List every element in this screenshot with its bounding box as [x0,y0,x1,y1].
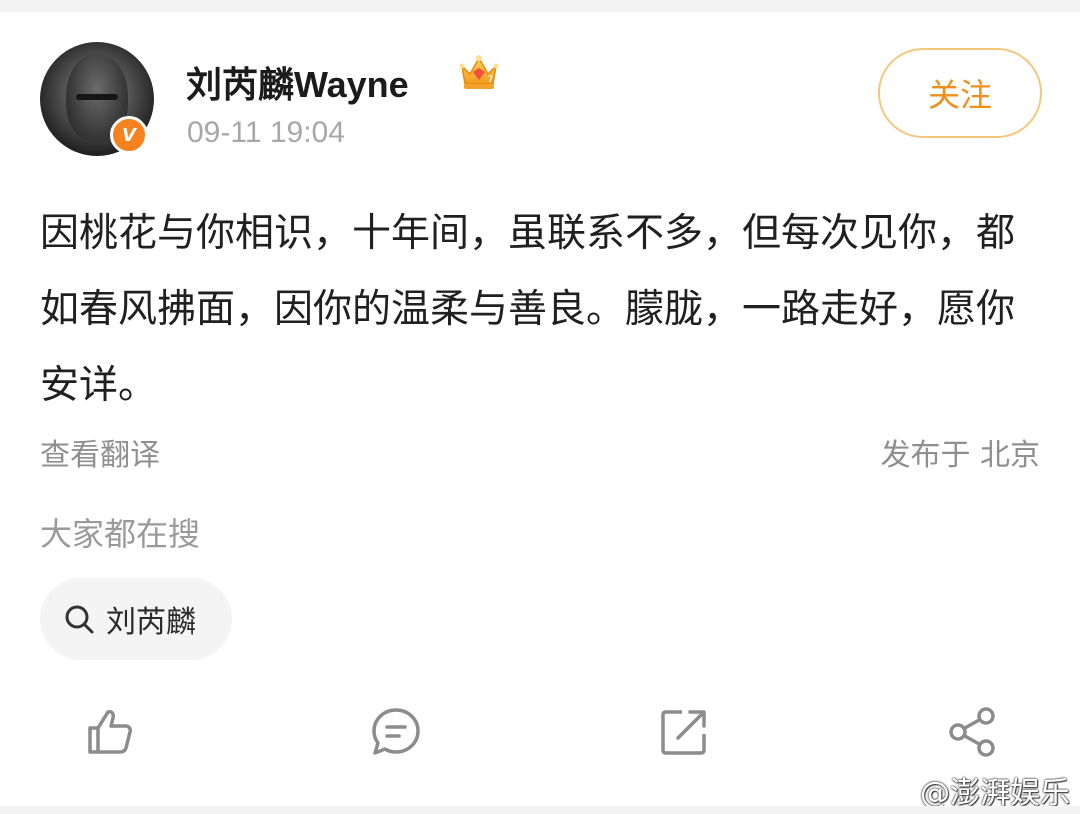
post-location: 发布于 北京 [880,438,1040,473]
weibo-logo-icon [872,777,913,806]
share-button[interactable] [944,704,1000,760]
search-chip-label: 刘芮麟 [106,605,196,640]
verified-badge-icon: V [110,116,148,154]
view-translation-link[interactable]: 查看翻译 [40,430,160,474]
repost-icon [661,710,706,755]
author-name[interactable]: 刘芮麟Wayne [186,56,409,108]
bottom-divider [0,806,1080,814]
trending-search-title: 大家都在搜 [40,515,201,553]
search-icon [65,605,94,634]
comment-button[interactable] [368,704,424,760]
action-bar [0,690,1080,780]
crown-level: 7 [488,74,493,84]
share-icon [949,707,995,757]
like-icon [88,710,132,754]
repost-button[interactable] [656,704,712,760]
search-chip[interactable]: 刘芮麟 [40,578,232,660]
weibo-post-page: V 刘芮麟Wayne 7 09-11 19:04 关注 因桃花与你相识，十年间，… [0,0,1080,814]
follow-button[interactable]: 关注 [878,48,1042,138]
top-divider [0,0,1080,12]
like-button[interactable] [82,704,138,760]
crown-icon[interactable]: 7 [458,52,500,92]
avatar-brow [76,94,118,100]
post-content: 因桃花与你相识，十年间，虽联系不多，但每次见你，都如春风拂面，因你的温柔与善良。… [40,211,1016,408]
post-timestamp: 09-11 19:04 [187,116,345,149]
comment-icon [372,708,420,755]
